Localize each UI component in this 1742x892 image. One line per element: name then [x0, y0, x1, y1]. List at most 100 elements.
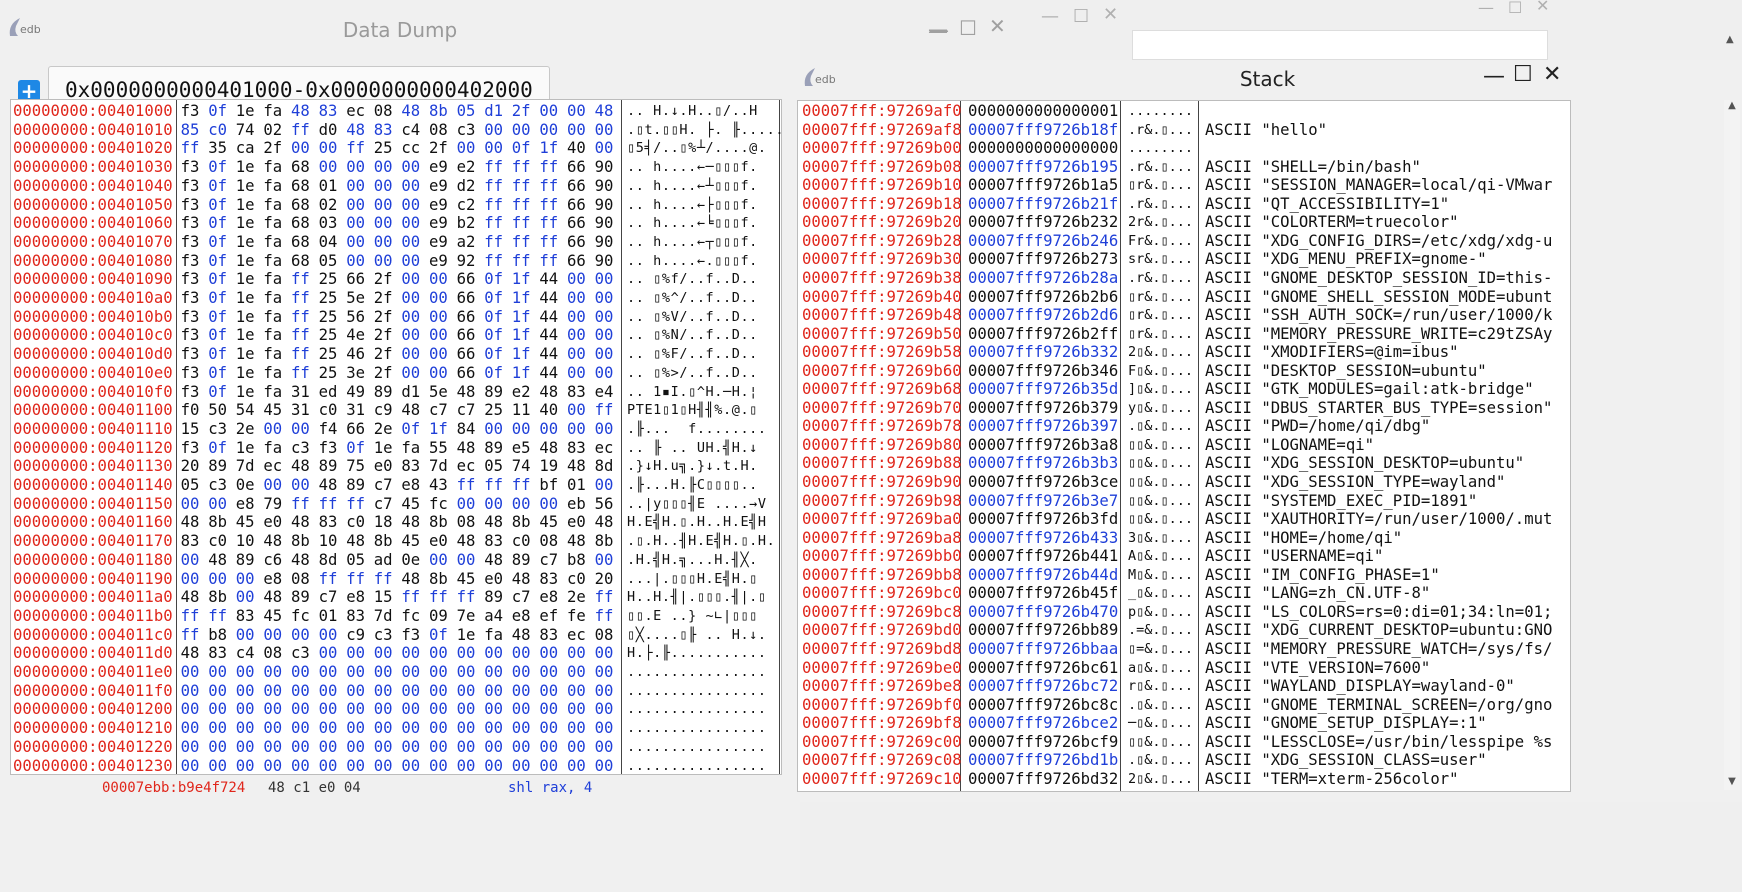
hex-byte[interactable]: e9	[427, 177, 449, 196]
hex-byte[interactable]: 15	[179, 420, 201, 439]
hex-byte[interactable]: 00	[372, 214, 394, 233]
hex-byte[interactable]: 08	[372, 102, 394, 121]
hex-byte[interactable]: 48	[510, 570, 532, 589]
hex-byte[interactable]: 00	[593, 719, 615, 738]
hex-byte[interactable]: 00	[207, 682, 229, 701]
hex-byte[interactable]: 48	[538, 383, 560, 402]
hex-byte[interactable]: 66	[565, 214, 587, 233]
hex-byte[interactable]: 00	[345, 177, 367, 196]
hex-byte[interactable]: 00	[427, 738, 449, 757]
hex-byte[interactable]: c6	[262, 551, 284, 570]
hex-row[interactable]: 00000000:004011a0 48 8b 00 48 89 c7 e8 15 ff ff ff 8…	[11, 588, 781, 607]
hex-byte[interactable]: 48	[483, 513, 505, 532]
stack-value[interactable]: 00007fff9726b470	[968, 603, 1118, 622]
hex-byte[interactable]: 0f	[483, 364, 505, 383]
hex-byte[interactable]: 00	[538, 102, 560, 121]
stack-row[interactable]: 00007fff:97269af8 00007fff9726b18f .r&.▯..…	[798, 121, 1570, 140]
hex-byte[interactable]: 00	[372, 663, 394, 682]
stack-value[interactable]: 00007fff9726b18f	[968, 121, 1118, 140]
hex-byte[interactable]: ff	[593, 607, 615, 626]
hex-byte[interactable]: 00	[345, 214, 367, 233]
hex-byte[interactable]: ec	[262, 457, 284, 476]
stack-row[interactable]: 00007fff:97269be0 00007fff9726bc61 a▯&.▯..…	[798, 659, 1570, 678]
stack-value[interactable]: 00007fff9726b397	[968, 417, 1118, 436]
hex-byte[interactable]: ff	[345, 495, 367, 514]
hex-byte[interactable]: ff	[179, 626, 201, 645]
hex-byte[interactable]: 83	[345, 607, 367, 626]
hex-byte[interactable]: 8b	[289, 532, 311, 551]
hex-byte[interactable]: 44	[538, 289, 560, 308]
hex-byte[interactable]: 25	[317, 308, 339, 327]
hex-byte[interactable]: e9	[427, 214, 449, 233]
hex-byte[interactable]: 15	[372, 588, 394, 607]
hex-byte[interactable]: 1f	[510, 289, 532, 308]
hex-byte[interactable]: 1e	[234, 326, 256, 345]
hex-byte[interactable]: 55	[427, 439, 449, 458]
hex-byte[interactable]: 1f	[427, 420, 449, 439]
hex-byte[interactable]: 2f	[372, 270, 394, 289]
hex-row[interactable]: 00000000:00401040 f3 0f 1e fa 68 01 00 00 00 e9 d2 f…	[11, 177, 781, 196]
hex-byte[interactable]: 00	[427, 700, 449, 719]
hex-byte[interactable]: 08	[427, 121, 449, 140]
stack-row[interactable]: 00007fff:97269b90 00007fff9726b3ce ▯▯&.▯..…	[798, 473, 1570, 492]
hex-byte[interactable]: 00	[179, 757, 201, 775]
hex-row[interactable]: 00000000:004011d0 48 83 c4 08 c3 00 00 00 00 00 00 0…	[11, 644, 781, 663]
hex-byte[interactable]: 43	[427, 476, 449, 495]
hex-byte[interactable]: 90	[593, 177, 615, 196]
hex-byte[interactable]: 85	[179, 121, 201, 140]
hex-byte[interactable]: f3	[400, 626, 422, 645]
hex-byte[interactable]: 48	[565, 457, 587, 476]
hex-byte[interactable]: 90	[593, 233, 615, 252]
hex-byte[interactable]: 00	[400, 345, 422, 364]
hex-byte[interactable]: 00	[179, 495, 201, 514]
hex-byte[interactable]: 83	[372, 121, 394, 140]
stack-row[interactable]: 00007fff:97269b98 00007fff9726b3e7 ▯▯&.▯..…	[798, 492, 1570, 511]
stack-row[interactable]: 00007fff:97269bd0 00007fff9726bb89 .=&.▯..…	[798, 621, 1570, 640]
stack-value[interactable]: 00007fff9726b3fd	[968, 510, 1118, 529]
hex-byte[interactable]: 1e	[234, 364, 256, 383]
hex-byte[interactable]: c7	[427, 401, 449, 420]
hex-byte[interactable]: e8	[234, 495, 256, 514]
hex-byte[interactable]: 00	[565, 700, 587, 719]
hex-byte[interactable]: 89	[234, 551, 256, 570]
hex-byte[interactable]: d1	[400, 383, 422, 402]
hex-byte[interactable]: 00	[289, 626, 311, 645]
scroll-down-icon[interactable]: ▼	[1724, 776, 1740, 790]
hex-byte[interactable]: 00	[372, 682, 394, 701]
minimize-icon[interactable]: —	[1041, 6, 1059, 27]
hex-byte[interactable]: 05	[345, 551, 367, 570]
hex-byte[interactable]: 00	[372, 719, 394, 738]
hex-byte[interactable]: ff	[455, 476, 477, 495]
hex-byte[interactable]: 83	[565, 439, 587, 458]
hex-byte[interactable]: 00	[400, 757, 422, 775]
hex-byte[interactable]: 00	[207, 495, 229, 514]
stack-panel[interactable]: 00007fff:97269af0 0000000000000001.......…	[797, 100, 1571, 792]
hex-byte[interactable]: 66	[565, 177, 587, 196]
hex-byte[interactable]: 25	[317, 345, 339, 364]
hex-byte[interactable]: e8	[538, 588, 560, 607]
hex-byte[interactable]: c0	[317, 401, 339, 420]
hex-byte[interactable]: fa	[400, 439, 422, 458]
hex-byte[interactable]: 00	[565, 401, 587, 420]
hex-byte[interactable]: ff	[510, 214, 532, 233]
hex-byte[interactable]: e0	[483, 570, 505, 589]
hex-byte[interactable]: ff	[538, 214, 560, 233]
hex-byte[interactable]: 48	[483, 551, 505, 570]
hex-byte[interactable]: 66	[455, 345, 477, 364]
hex-byte[interactable]: 89	[510, 551, 532, 570]
hex-byte[interactable]: 00	[262, 700, 284, 719]
hex-byte[interactable]: 00	[427, 551, 449, 570]
hex-byte[interactable]: 00	[262, 682, 284, 701]
hex-byte[interactable]: 00	[565, 102, 587, 121]
hex-row[interactable]: 00000000:00401080 f3 0f 1e fa 68 05 00 00 00 e9 92 f…	[11, 252, 781, 271]
hex-byte[interactable]: 48	[593, 513, 615, 532]
hex-byte[interactable]: 83	[538, 626, 560, 645]
hex-byte[interactable]: f3	[179, 233, 201, 252]
hex-byte[interactable]: 00	[179, 738, 201, 757]
stack-row[interactable]: 00007fff:97269c08 00007fff9726bd1b .▯&.▯..…	[798, 751, 1570, 770]
hex-byte[interactable]: 89	[483, 439, 505, 458]
hex-byte[interactable]: 00	[427, 289, 449, 308]
hex-byte[interactable]: 83	[538, 570, 560, 589]
hex-byte[interactable]: 00	[483, 139, 505, 158]
hex-byte[interactable]: ff	[289, 270, 311, 289]
